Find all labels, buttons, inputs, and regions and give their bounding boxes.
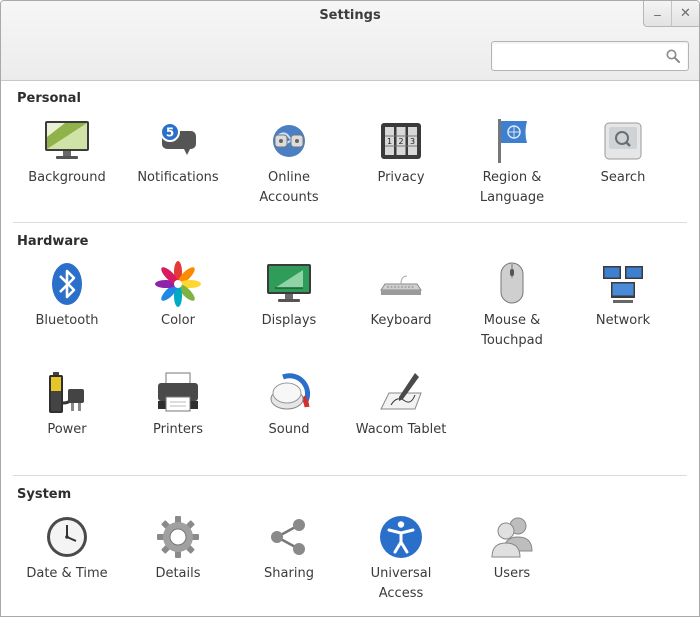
item-label: Keyboard (370, 313, 432, 328)
settings-item-displays[interactable]: Displays (239, 260, 339, 331)
settings-item-sharing[interactable]: Sharing (239, 513, 339, 584)
region-language-icon (498, 119, 527, 163)
notification-badge: 5 (166, 126, 174, 140)
item-label: Network (595, 313, 651, 328)
settings-item-users[interactable]: Users (462, 513, 562, 584)
settings-item-keyboard[interactable]: Keyboard (351, 260, 451, 331)
header-bar: Settings _ ✕ (1, 1, 699, 81)
settings-item-search[interactable]: Search (573, 117, 673, 188)
settings-item-bluetooth[interactable]: Bluetooth (17, 260, 117, 331)
settings-item-online-accounts[interactable]: Online Accounts (239, 117, 339, 208)
settings-item-notifications[interactable]: 5 Notifications (128, 117, 228, 188)
minimize-button[interactable]: _ (644, 1, 671, 26)
settings-item-mouse-touchpad[interactable]: Mouse & Touchpad (462, 260, 562, 351)
keyboard-icon (380, 275, 422, 295)
close-button[interactable]: ✕ (671, 1, 699, 26)
network-icon (603, 266, 643, 303)
settings-item-wacom-tablet[interactable]: Wacom Tablet (351, 369, 451, 440)
settings-item-network[interactable]: Network (573, 260, 673, 331)
section-divider (13, 222, 687, 223)
details-gear-icon (157, 516, 199, 558)
search-settings-icon (604, 122, 642, 160)
section-title-personal: Personal (17, 91, 81, 106)
users-icon (491, 517, 533, 558)
printers-icon (158, 372, 198, 412)
settings-item-privacy[interactable]: 1 2 3 Privacy (351, 117, 451, 188)
item-label: Users (493, 566, 531, 581)
search-input[interactable] (498, 46, 658, 66)
clock-icon (47, 517, 87, 557)
svg-text:1: 1 (387, 137, 392, 146)
item-label: Notifications (137, 170, 219, 185)
wacom-tablet-icon (380, 373, 422, 410)
item-label: Date & Time (26, 566, 108, 581)
window-controls: _ ✕ (643, 1, 699, 27)
item-label: Region & Language (479, 170, 545, 205)
privacy-icon: 1 2 3 (381, 123, 421, 159)
notifications-icon: 5 (160, 122, 196, 155)
settings-item-details[interactable]: Details (128, 513, 228, 584)
item-label: Bluetooth (35, 313, 99, 328)
item-label: Displays (261, 313, 317, 328)
power-icon (49, 372, 84, 413)
settings-item-background[interactable]: Background (17, 117, 117, 188)
settings-item-region-language[interactable]: Region & Language (462, 117, 562, 208)
sharing-icon (271, 519, 305, 555)
item-label: Universal Access (370, 566, 432, 601)
item-label: Search (600, 170, 646, 185)
sound-icon (270, 373, 311, 410)
search-field[interactable] (491, 41, 689, 71)
color-icon (155, 261, 201, 307)
settings-item-sound[interactable]: Sound (239, 369, 339, 440)
section-title-hardware: Hardware (17, 234, 89, 249)
item-label: Privacy (377, 170, 425, 185)
item-label: Color (161, 313, 195, 328)
minimize-icon: _ (654, 2, 661, 17)
item-label: Sound (268, 422, 310, 437)
bluetooth-icon (52, 263, 82, 305)
svg-text:2: 2 (398, 137, 403, 146)
settings-item-date-time[interactable]: Date & Time (17, 513, 117, 584)
settings-window: Settings _ ✕ Personal Background 5 Notif… (0, 0, 700, 617)
item-label: Sharing (264, 566, 314, 581)
item-label: Wacom Tablet (355, 422, 447, 437)
item-label: Background (28, 170, 106, 185)
background-icon (45, 121, 89, 159)
displays-icon (267, 264, 311, 302)
section-title-system: System (17, 487, 72, 502)
window-title: Settings (319, 8, 381, 23)
online-accounts-icon (273, 125, 305, 157)
close-icon: ✕ (680, 6, 691, 21)
settings-item-color[interactable]: Color (128, 260, 228, 331)
item-label: Details (155, 566, 201, 581)
universal-access-icon (380, 516, 422, 558)
mouse-touchpad-icon (500, 262, 524, 304)
magnifier-icon (666, 49, 680, 63)
item-label: Power (47, 422, 87, 437)
settings-item-universal-access[interactable]: Universal Access (351, 513, 451, 604)
item-label: Online Accounts (259, 170, 319, 205)
item-label: Mouse & Touchpad (481, 313, 543, 348)
settings-overview: Personal Background 5 Notifications Onli… (1, 82, 699, 616)
item-label: Printers (152, 422, 204, 437)
section-divider (13, 475, 687, 476)
settings-item-printers[interactable]: Printers (128, 369, 228, 440)
settings-item-power[interactable]: Power (17, 369, 117, 440)
svg-text:3: 3 (410, 137, 415, 146)
